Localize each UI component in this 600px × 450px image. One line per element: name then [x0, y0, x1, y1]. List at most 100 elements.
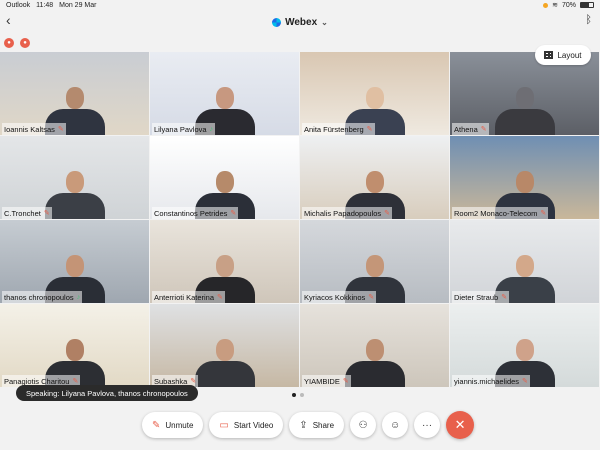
participant-head: [365, 87, 384, 109]
start-video-button[interactable]: ▭ Start Video: [209, 412, 284, 438]
back-to-app[interactable]: Outlook: [6, 2, 30, 9]
grid-layout-icon: [544, 51, 554, 59]
participant-body: [344, 361, 405, 387]
participants-icon: ⚇: [358, 419, 368, 431]
status-bar: Outlook 11:48 Mon 29 Mar ≋ 70%: [0, 0, 600, 10]
participant-head: [515, 339, 534, 361]
back-chevron-icon[interactable]: ‹: [6, 12, 20, 30]
participant-head: [65, 255, 84, 277]
participant-nameplate: Dieter Straub ✎: [452, 291, 510, 303]
participant-tile[interactable]: Anterrioti Katerina ✎: [150, 220, 299, 303]
participant-name: Dieter Straub: [454, 292, 499, 302]
participant-name: Lilyana Pavlova: [154, 124, 207, 134]
participant-tile[interactable]: Room2 Monaco-Telecom ✎: [450, 136, 599, 219]
participant-tile[interactable]: yiannis.michaelides ✎: [450, 304, 599, 387]
unmute-button[interactable]: ✎ Unmute: [142, 412, 204, 438]
participant-name: Athena: [454, 124, 478, 134]
participant-nameplate: Athena ✎: [452, 123, 489, 135]
more-button[interactable]: ···: [414, 412, 441, 438]
share-label: Share: [312, 420, 335, 430]
participant-tile[interactable]: Dieter Straub ✎: [450, 220, 599, 303]
lock-icon: ●: [20, 38, 30, 48]
app-title: Webex: [285, 16, 318, 28]
participant-tile[interactable]: Ioannis Kaltsas ✎: [0, 52, 149, 135]
meeting-controls: ✎ Unmute ▭ Start Video ⇪ Share ⚇ ☺ ··· ✕: [142, 411, 475, 439]
wifi-icon: ≋: [552, 2, 558, 9]
bluetooth-icon[interactable]: ᛒ: [585, 14, 592, 26]
mic-muted-icon: ✎: [501, 294, 508, 301]
mic-muted-icon: ✎: [152, 419, 161, 431]
mic-muted-icon: ✎: [72, 378, 79, 385]
video-grid: Ioannis Kaltsas ✎ Lilyana Pavlova ♪ Anita Fü…: [0, 52, 600, 388]
participant-head: [515, 171, 534, 193]
meeting-title[interactable]: Webex ⌄: [272, 17, 328, 28]
mic-on-icon: ♪: [209, 125, 214, 133]
participant-name: Anterrioti Katerina: [154, 292, 215, 302]
participant-head: [515, 87, 534, 109]
mic-muted-icon: ✎: [368, 294, 375, 301]
share-button[interactable]: ⇪ Share: [289, 412, 345, 438]
participant-nameplate: Lilyana Pavlova ♪: [152, 123, 216, 135]
speaking-banner: Speaking: Lilyana Pavlova, thanos chrono…: [16, 385, 198, 401]
layout-label: Layout: [557, 50, 582, 60]
participant-tile[interactable]: Kyriacos Kokkinos ✎: [300, 220, 449, 303]
participant-name: YIAMBIDE: [304, 376, 340, 386]
participant-name: Constantinos Petrides: [154, 208, 228, 218]
participant-head: [65, 339, 84, 361]
page-indicator[interactable]: [292, 393, 304, 397]
participant-head: [215, 171, 234, 193]
participant-tile[interactable]: Michalis Papadopoulos ✎: [300, 136, 449, 219]
mic-muted-icon: ✎: [342, 378, 349, 385]
meeting-header: ‹ Webex ⌄ ᛒ: [0, 10, 600, 34]
page-dot-2[interactable]: [300, 393, 304, 397]
layout-button[interactable]: Layout: [535, 45, 591, 65]
mic-muted-icon: ✎: [43, 210, 50, 217]
participant-name: thanos chronopoulos: [4, 292, 74, 302]
participants-button[interactable]: ⚇: [350, 412, 377, 438]
participant-nameplate: C.Tronchet ✎: [2, 207, 52, 219]
participant-name: yiannis.michaelides: [454, 376, 520, 386]
participant-name: Ioannis Kaltsas: [4, 124, 55, 134]
participant-head: [515, 255, 534, 277]
leave-meeting-button[interactable]: ✕: [446, 411, 475, 439]
participant-tile[interactable]: Panagiotis Charitou ✎: [0, 304, 149, 387]
webex-logo-icon: [272, 17, 282, 27]
video-off-icon: ▭: [219, 419, 229, 431]
participant-name: Anita Fürstenberg: [304, 124, 364, 134]
mic-muted-icon: ✎: [384, 210, 391, 217]
participant-head: [215, 87, 234, 109]
participant-nameplate: thanos chronopoulos ♪: [2, 291, 83, 303]
participant-tile[interactable]: Anita Fürstenberg ✎: [300, 52, 449, 135]
participant-video: [344, 339, 405, 387]
mic-muted-icon: ✎: [190, 378, 197, 385]
participant-name: C.Tronchet: [4, 208, 41, 218]
close-icon: ✕: [454, 417, 466, 432]
chevron-down-icon: ⌄: [321, 17, 328, 27]
mic-muted-icon: ✎: [480, 126, 487, 133]
participant-tile[interactable]: C.Tronchet ✎: [0, 136, 149, 219]
participant-tile[interactable]: Subashka ✎: [150, 304, 299, 387]
reactions-button[interactable]: ☺: [382, 412, 409, 438]
participant-nameplate: Anita Fürstenberg ✎: [302, 123, 375, 135]
battery-percent: 70%: [561, 1, 576, 9]
more-icon: ···: [422, 419, 433, 431]
participant-tile[interactable]: thanos chronopoulos ♪: [0, 220, 149, 303]
participant-head: [65, 87, 84, 109]
participant-tile[interactable]: Lilyana Pavlova ♪: [150, 52, 299, 135]
participant-tile[interactable]: Constantinos Petrides ✎: [150, 136, 299, 219]
mic-muted-icon: ✎: [57, 126, 64, 133]
activity-indicator-icon: [543, 2, 549, 8]
page-dot-1[interactable]: [292, 393, 296, 397]
indicators: ● ●: [4, 38, 30, 48]
participant-name: Room2 Monaco-Telecom: [454, 208, 538, 218]
participant-name: Michalis Papadopoulos: [304, 208, 382, 218]
mic-muted-icon: ✎: [217, 294, 223, 301]
participant-nameplate: YIAMBIDE ✎: [302, 375, 351, 387]
participant-tile[interactable]: YIAMBIDE ✎: [300, 304, 449, 387]
participant-head: [215, 339, 234, 361]
mic-on-icon: ♪: [76, 293, 81, 301]
share-icon: ⇪: [299, 419, 308, 431]
mic-muted-icon: ✎: [540, 210, 547, 217]
participant-head: [65, 171, 84, 193]
date: Mon 29 Mar: [59, 1, 97, 9]
